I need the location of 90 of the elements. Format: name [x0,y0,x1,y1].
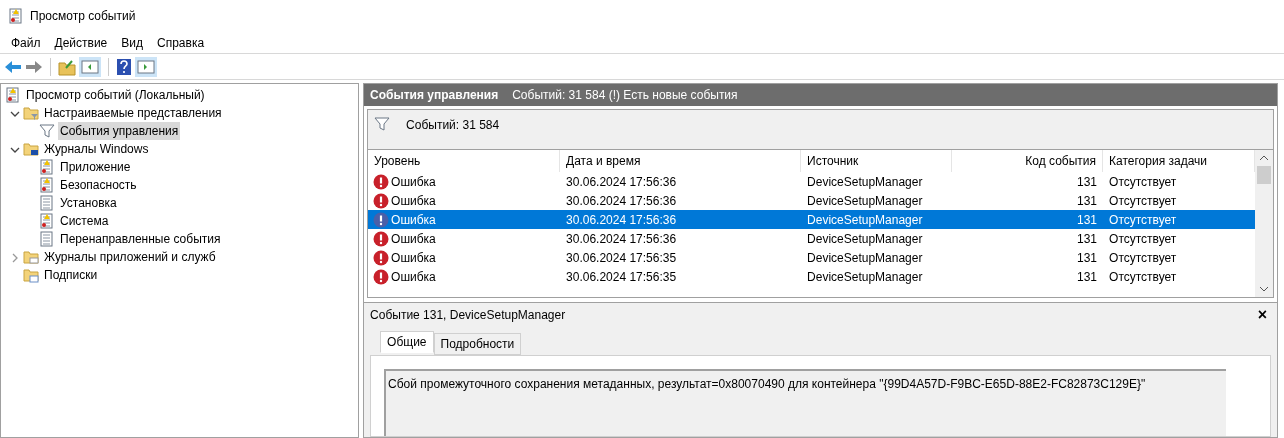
window-title: Просмотр событий [30,8,136,25]
log-viewer-icon [5,87,21,103]
table-cell-text: 131 [1077,249,1098,267]
tree-item[interactable]: Просмотр событий (Локальный) [24,86,207,104]
table-row[interactable]: Ошибка 30.06.2024 17:56:36 DeviceSetupManager 131 Отсутствует [368,191,1256,210]
error-icon [373,268,390,285]
error-icon [373,230,390,247]
panel-toggle-icon[interactable] [135,56,157,77]
error-icon [373,192,390,209]
table-cell-text: Отсутствует [1109,249,1177,267]
table-cell-text: Ошибка [391,173,436,191]
error-icon [373,211,390,228]
tree-item[interactable]: Перенаправленные события [58,230,223,248]
folder-computer-icon [23,141,39,157]
table-cell-text: 30.06.2024 17:56:35 [566,249,677,267]
column-header[interactable]: Уровень [368,150,561,172]
table-cell-text: 131 [1077,230,1098,248]
close-button[interactable]: × [1257,303,1272,327]
scrollbar[interactable] [1255,150,1274,297]
table-cell-text: DeviceSetupManager [807,192,923,210]
table-cell-text: 131 [1077,192,1098,210]
table-cell-text: 30.06.2024 17:56:36 [566,211,677,229]
table-cell-text: 30.06.2024 17:56:36 [566,230,677,248]
log-icon [39,231,55,247]
log-warning-icon [39,213,55,229]
table-cell-text: DeviceSetupManager [807,268,923,286]
tree-item[interactable]: Журналы Windows [42,140,151,158]
panel-title: События управления [370,87,499,104]
table-row[interactable]: Ошибка 30.06.2024 17:56:36 DeviceSetupManager 131 Отсутствует [368,229,1256,248]
table-cell-text: DeviceSetupManager [807,211,923,229]
filter-icon [39,123,55,139]
table-cell-text: Отсутствует [1109,230,1177,248]
table-cell-text: 30.06.2024 17:56:35 [566,268,677,286]
event-message: Сбой промежуточного сохранения метаданных, результат=0x80070490 для контейнера "{99D4A57D-F9BC-E65D-88E2-FC82873C129E}" [388,377,1146,391]
tree-item[interactable]: Подписки [42,266,100,284]
table-row[interactable]: Ошибка 30.06.2024 17:56:35 DeviceSetupManager 131 Отсутствует [368,267,1256,286]
error-icon [373,173,390,190]
table-cell-text: Ошибка [391,211,436,229]
tree-item[interactable]: События управления [58,122,181,140]
table-cell-text: DeviceSetupManager [807,230,923,248]
tree-item[interactable]: Безопасность [58,176,139,194]
folder-filter-icon [23,105,39,121]
log-viewer-icon [8,8,24,24]
menu-item[interactable]: Действие [47,33,115,52]
column-header[interactable]: Дата и время [560,150,802,172]
table-cell-text: Ошибка [391,230,436,248]
table-cell-text: 30.06.2024 17:56:36 [566,173,677,191]
table-cell-text: DeviceSetupManager [807,173,923,191]
tab[interactable]: Подробности [433,333,522,355]
details-title: Событие 131, DeviceSetupManager [370,307,566,324]
tree-item[interactable]: Журналы приложений и служб [42,248,218,266]
panel-info: Событий: 31 584 (!) Есть новые события [512,87,738,104]
table-row[interactable]: Ошибка 30.06.2024 17:56:36 DeviceSetupManager 131 Отсутствует [368,172,1256,191]
back-arrow-icon[interactable] [4,58,22,75]
table-cell-text: Ошибка [391,249,436,267]
column-header[interactable]: Источник [801,150,953,172]
table-row[interactable]: Ошибка 30.06.2024 17:56:36 DeviceSetupManager 131 Отсутствует [368,210,1256,229]
menu-item[interactable]: Справка [150,33,212,52]
panel-toggle-icon[interactable] [79,56,101,77]
table-cell-text: 131 [1077,211,1098,229]
table-cell-text: 30.06.2024 17:56:36 [566,192,677,210]
table-cell-text: Отсутствует [1109,211,1177,229]
tab[interactable]: Общие [380,331,434,353]
table-cell-text: Отсутствует [1109,173,1177,191]
folder-calendar-icon [23,267,39,283]
table-cell-text: Ошибка [391,192,436,210]
error-icon [373,249,390,266]
tree-item[interactable]: Система [58,212,111,230]
scroll-thumb[interactable] [1257,166,1272,184]
event-count: Событий: 31 584 [406,117,500,134]
column-header[interactable]: Код события [952,150,1104,172]
tree-item[interactable]: Настраиваемые представления [42,104,224,122]
log-warning-icon [39,159,55,175]
table-cell-text: DeviceSetupManager [807,249,923,267]
menu-item[interactable]: Вид [114,33,150,52]
filter-icon [374,116,391,132]
help-icon[interactable] [116,57,132,76]
table-cell-text: 131 [1077,173,1098,191]
table-cell-text: 131 [1077,268,1098,286]
folder-icon [23,249,39,265]
menu-item[interactable]: Файл [4,33,48,52]
table-cell-text: Отсутствует [1109,192,1177,210]
tree-item[interactable]: Установка [58,194,119,212]
log-icon [39,195,55,211]
tree-item[interactable]: Приложение [58,158,133,176]
forward-arrow-icon[interactable] [25,58,43,75]
table-cell-text: Ошибка [391,268,436,286]
table-row[interactable]: Ошибка 30.06.2024 17:56:35 DeviceSetupManager 131 Отсутствует [368,248,1256,267]
log-warning-icon [39,177,55,193]
table-cell-text: Отсутствует [1109,268,1177,286]
